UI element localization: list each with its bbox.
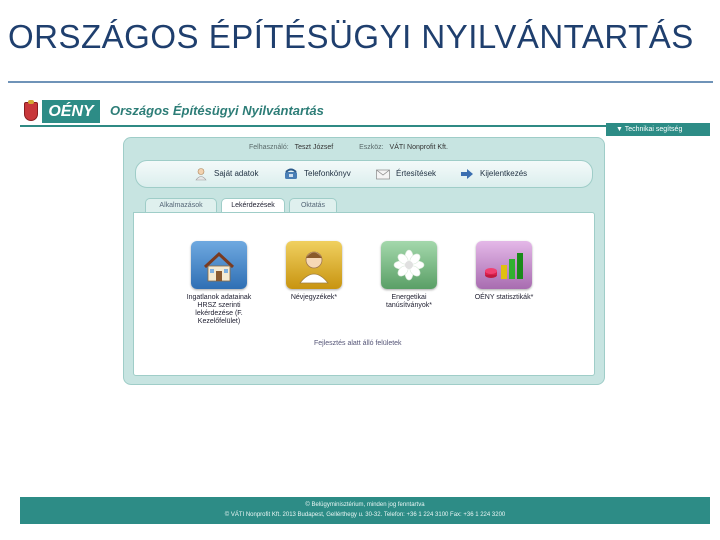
app-footer: © Belügyminisztérium, minden jog fenntar…	[20, 497, 710, 524]
house-icon	[203, 251, 235, 282]
person-icon	[194, 167, 208, 181]
phone-icon	[284, 167, 298, 181]
user-info: Felhasználó: Teszt József Eszköz: VÁTI N…	[249, 144, 448, 151]
tile-caption: Ingatlanok adatainak HRSZ szerinti lekér…	[186, 294, 252, 325]
arrow-right-icon	[460, 167, 474, 181]
toolbar-item-logout[interactable]: Kijelentkezés	[460, 166, 527, 182]
org-name: VÁTI Nonprofit Kft.	[389, 144, 448, 151]
tab-content: Ingatlanok adatainak HRSZ szerinti lekér…	[133, 212, 595, 376]
org-label: Eszköz:	[359, 144, 384, 151]
user-label: Felhasználó:	[249, 144, 289, 151]
development-note: Fejlesztés alatt álló felületek	[314, 340, 402, 347]
app-screenshot: OÉNY Országos Építésügyi Nyilvántartás ▼…	[20, 99, 710, 524]
flower-icon	[393, 249, 425, 281]
app-logo[interactable]: OÉNY	[42, 100, 100, 123]
main-panel: Felhasználó: Teszt József Eszköz: VÁTI N…	[123, 137, 605, 385]
slide-title: ORSZÁGOS ÉPÍTÉSÜGYI NYILVÁNTARTÁS	[8, 18, 694, 55]
tile-energy-certificates[interactable]	[381, 241, 437, 289]
footer-copyright-2: © VÁTI Nonprofit Kft. 2013 Budapest, Gel…	[224, 512, 506, 518]
person-icon	[299, 251, 329, 284]
toolbar-label: Saját adatok	[214, 169, 259, 178]
tile-statistics[interactable]	[476, 241, 532, 289]
footer-copyright-1: © Belügyminisztérium, minden jog fenntar…	[305, 502, 425, 508]
app-title: Országos Építésügyi Nyilvántartás	[110, 103, 324, 118]
tile-caption: Energetikai tanúsítványok*	[386, 294, 432, 309]
envelope-icon	[376, 167, 390, 181]
tile-property-query[interactable]	[191, 241, 247, 289]
toolbar-label: Kijelentkezés	[480, 169, 528, 178]
toolbar-label: Értesítések	[396, 169, 437, 178]
user-toolbar: Saját adatok Telefonkönyv Értesítések Ki…	[135, 160, 593, 188]
toolbar-item-notifications[interactable]: Értesítések	[376, 166, 436, 182]
title-divider	[8, 81, 713, 83]
bar-chart-icon	[485, 253, 523, 279]
tile-registers[interactable]	[286, 241, 342, 289]
coat-of-arms-icon	[24, 100, 38, 121]
toolbar-item-profile[interactable]: Saját adatok	[194, 166, 258, 182]
toolbar-item-phonebook[interactable]: Telefonkönyv	[284, 166, 351, 182]
tile-caption: OÉNY statisztikák*	[474, 294, 534, 301]
user-name: Teszt József	[294, 144, 334, 151]
tab-training[interactable]: Oktatás	[289, 198, 337, 213]
toolbar-label: Telefonkönyv	[304, 169, 351, 178]
tile-caption: Névjegyzékek*	[290, 294, 338, 301]
tab-applications[interactable]: Alkalmazások	[145, 198, 217, 213]
support-link[interactable]: ▼ Technikai segítség	[606, 123, 710, 136]
